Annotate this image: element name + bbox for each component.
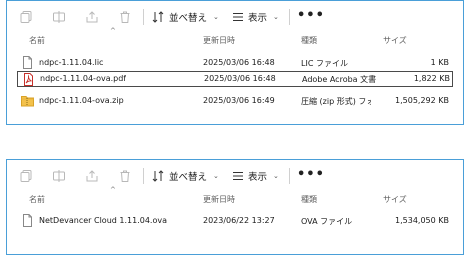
column-size[interactable]: サイズ [383, 194, 407, 205]
file-name: NetDevancer Cloud 1.11.04.ova [39, 216, 167, 225]
sort-ascending-icon: ^ [110, 27, 116, 35]
file-icon [23, 214, 32, 227]
sort-button[interactable]: 並べ替え ⌄ [152, 8, 219, 26]
delete-icon[interactable] [116, 8, 134, 26]
more-options-button[interactable]: ••• [297, 166, 325, 184]
file-size: 1 KB [430, 58, 449, 67]
share-icon[interactable] [83, 167, 101, 185]
sort-icon [152, 170, 164, 182]
command-bar: 並べ替え ⌄ 表示 ⌄ ••• [7, 160, 463, 192]
share-icon[interactable] [83, 8, 101, 26]
more-options-button[interactable]: ••• [297, 7, 325, 25]
file-modified: 2025/03/06 16:49 [203, 96, 275, 105]
rename-icon[interactable] [50, 167, 68, 185]
file-row[interactable]: NetDevancer Cloud 1.11.04.ova 2023/06/22… [17, 213, 453, 229]
explorer-pane-bottom: 並べ替え ⌄ 表示 ⌄ ••• ^ 名前 更新日時 種類 サイズ NetDeva… [6, 159, 464, 255]
file-icon [23, 56, 32, 69]
explorer-pane-top: 並べ替え ⌄ 表示 ⌄ ••• ^ 名前 更新日時 種類 サイズ ndpc-1.… [6, 0, 464, 125]
file-row-selected[interactable]: ndpc-1.11.04-ova.pdf 2025/03/06 16:48 Ad… [17, 71, 453, 87]
toolbar-separator [289, 9, 290, 25]
sort-ascending-icon: ^ [110, 186, 116, 194]
view-label: 表示 [248, 172, 268, 183]
column-size[interactable]: サイズ [383, 35, 407, 46]
copy-icon[interactable] [17, 167, 35, 185]
chevron-down-icon: ⌄ [213, 13, 219, 21]
pdf-icon [24, 73, 33, 86]
file-row[interactable]: ndpc-1.11.04-ova.zip 2025/03/06 16:49 圧縮… [17, 93, 453, 109]
sort-label: 並べ替え [169, 172, 208, 183]
file-name: ndpc-1.11.04.lic [39, 58, 104, 67]
column-type[interactable]: 種類 [301, 35, 317, 46]
zip-folder-icon [21, 96, 34, 107]
file-type: Adobe Acroba 文書 [302, 75, 377, 84]
column-name[interactable]: 名前 [29, 194, 45, 205]
view-button[interactable]: 表示 ⌄ [232, 167, 279, 185]
file-type: OVA ファイル [301, 217, 353, 226]
command-bar: 並べ替え ⌄ 表示 ⌄ ••• [7, 1, 463, 33]
file-modified: 2025/03/06 16:48 [204, 74, 276, 83]
copy-icon[interactable] [17, 8, 35, 26]
column-modified[interactable]: 更新日時 [203, 194, 235, 205]
column-type[interactable]: 種類 [301, 194, 317, 205]
file-size: 1,822 KB [413, 74, 450, 83]
delete-icon[interactable] [116, 167, 134, 185]
sort-label: 並べ替え [169, 13, 208, 24]
chevron-down-icon: ⌄ [213, 172, 219, 180]
file-name: ndpc-1.11.04-ova.zip [39, 96, 124, 105]
view-icon [233, 13, 243, 21]
toolbar-separator [289, 168, 290, 184]
sort-icon [152, 11, 164, 23]
column-header: 名前 更新日時 種類 サイズ [7, 194, 463, 208]
view-label: 表示 [248, 13, 268, 24]
toolbar-separator [143, 168, 144, 184]
file-modified: 2023/06/22 13:27 [203, 216, 275, 225]
chevron-down-icon: ⌄ [273, 13, 279, 21]
column-name[interactable]: 名前 [29, 35, 45, 46]
view-icon [233, 172, 243, 180]
file-row[interactable]: ndpc-1.11.04.lic 2025/03/06 16:48 LIC ファ… [17, 55, 453, 71]
file-size: 1,534,050 KB [395, 216, 449, 225]
chevron-down-icon: ⌄ [273, 172, 279, 180]
toolbar-separator [143, 9, 144, 25]
column-modified[interactable]: 更新日時 [203, 35, 235, 46]
file-size: 1,505,292 KB [395, 96, 449, 105]
file-modified: 2025/03/06 16:48 [203, 58, 275, 67]
file-name: ndpc-1.11.04-ova.pdf [40, 74, 127, 83]
sort-button[interactable]: 並べ替え ⌄ [152, 167, 219, 185]
column-header: 名前 更新日時 種類 サイズ [7, 35, 463, 49]
file-type: LIC ファイル [301, 59, 348, 68]
file-type: 圧縮 (zip 形式) フォ... [301, 97, 371, 106]
rename-icon[interactable] [50, 8, 68, 26]
view-button[interactable]: 表示 ⌄ [232, 8, 279, 26]
